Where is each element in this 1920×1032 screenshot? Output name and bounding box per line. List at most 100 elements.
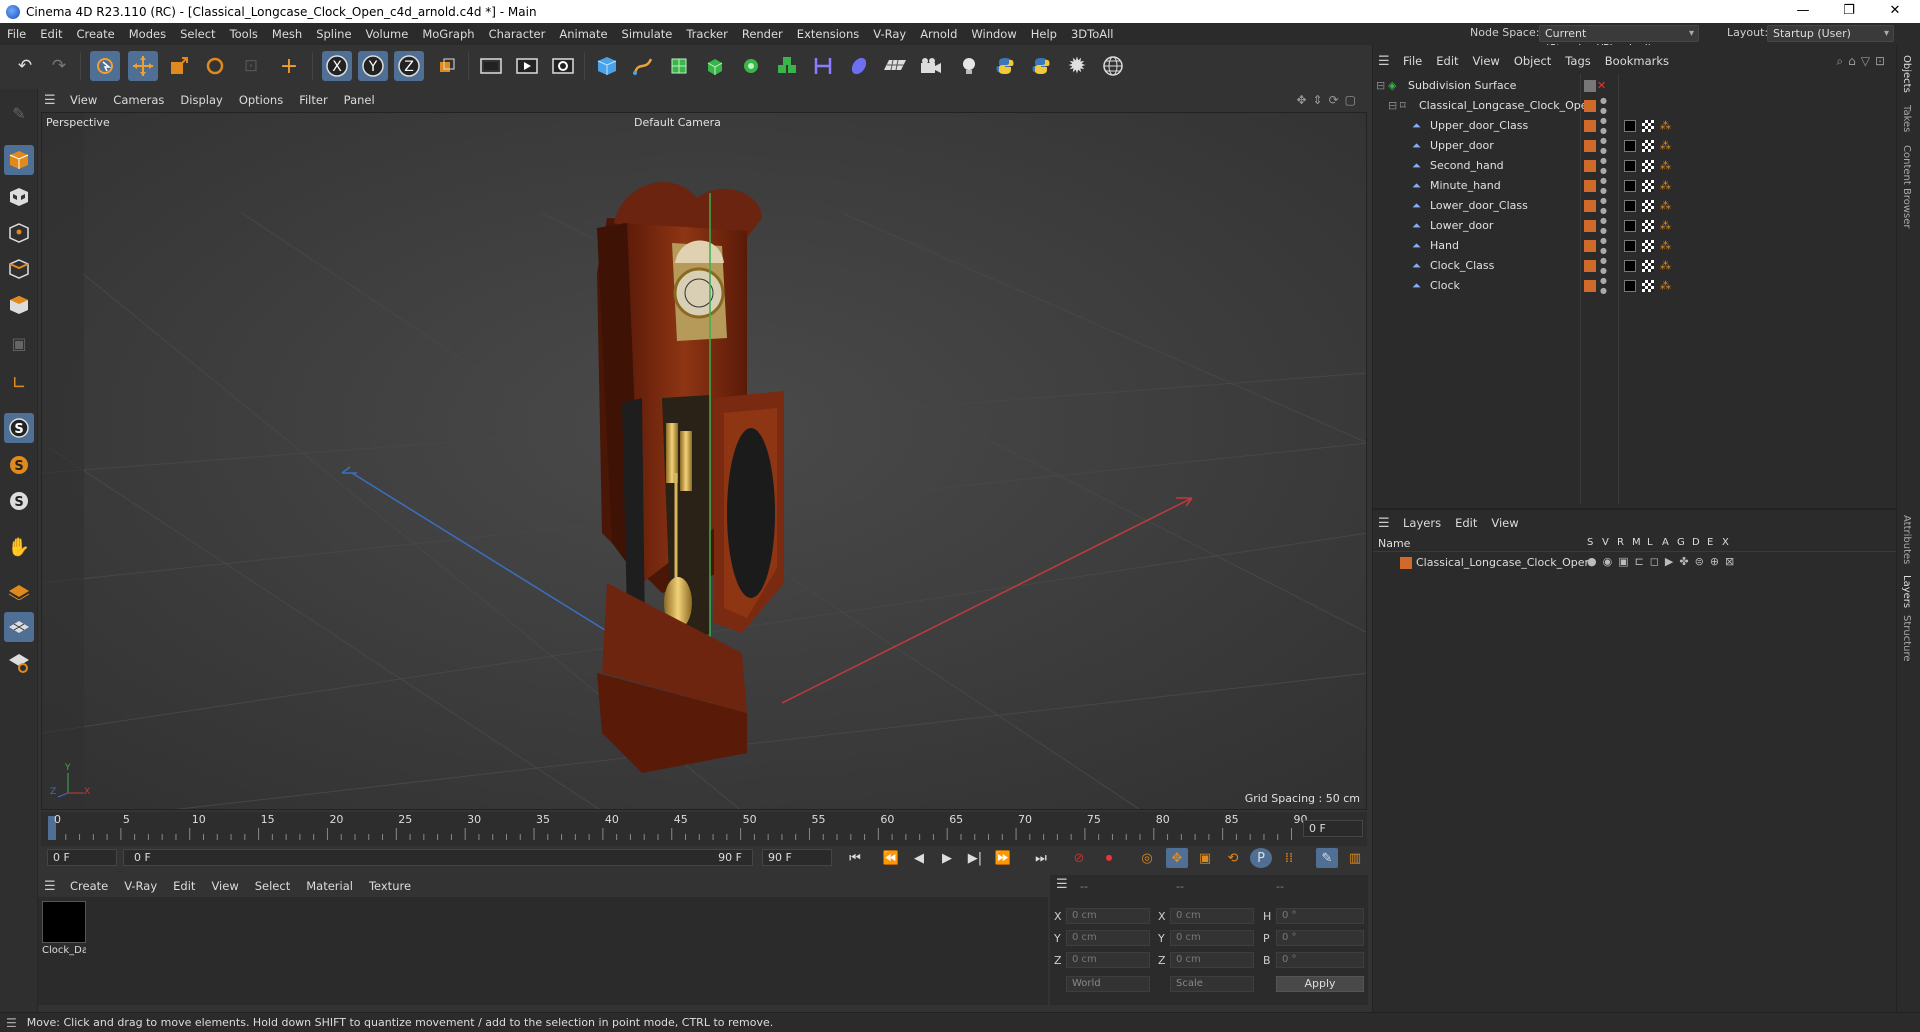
texture-tag-icon[interactable] (1642, 160, 1654, 172)
visibility-dots-icon[interactable]: ● ● (1600, 236, 1607, 256)
material-tag-icon[interactable] (1624, 240, 1636, 252)
undo-icon[interactable]: ↶ (10, 51, 40, 81)
coord-sx-input[interactable]: 0 cm (1170, 908, 1254, 924)
key-parameter-icon[interactable]: P (1250, 848, 1272, 868)
object-row-child[interactable]: ⏶ Upper_door_Class ● ● ⁂ (1374, 116, 1894, 136)
coord-mode-dropdown[interactable]: Scale (1170, 976, 1254, 992)
arnold-tag-icon[interactable]: ⁂ (1660, 116, 1671, 136)
side-tab-objects[interactable]: Objects (1901, 55, 1912, 93)
menu-render[interactable]: Render (735, 27, 790, 41)
visibility-dots-icon[interactable]: ● ● (1600, 196, 1607, 216)
move-tool-icon[interactable] (128, 51, 158, 81)
side-tab-attributes[interactable]: Attributes (1901, 515, 1912, 564)
grid-snap-icon[interactable] (4, 612, 34, 642)
menu-tools[interactable]: Tools (223, 27, 265, 41)
live-selection-icon[interactable] (90, 51, 120, 81)
next-keyframe-icon[interactable]: ⏩ (992, 848, 1014, 868)
object-search-filter-icons[interactable]: ⌕⌂▽⊡ (1836, 54, 1890, 69)
object-menu-file[interactable]: File (1396, 54, 1429, 68)
coordinate-system-icon[interactable] (432, 51, 462, 81)
cube-object-icon[interactable] (592, 51, 622, 81)
menu-spline[interactable]: Spline (309, 27, 358, 41)
editor-visible-toggle[interactable] (1584, 80, 1596, 92)
menu-mograph[interactable]: MoGraph (415, 27, 481, 41)
tweak-mode-icon[interactable]: ✋ (4, 532, 34, 562)
object-row-child[interactable]: ⏶ Clock_Class ● ● ⁂ (1374, 256, 1894, 276)
y-axis-lock-icon[interactable]: Y (358, 51, 388, 81)
start-frame-field[interactable]: 0 F (47, 849, 117, 866)
material-menu-edit[interactable]: Edit (165, 879, 203, 893)
arnold-tag-icon[interactable]: ⁂ (1660, 256, 1671, 276)
coord-sz-input[interactable]: 0 cm (1170, 952, 1254, 968)
key-pla-icon[interactable]: ⁞⁞ (1278, 848, 1300, 868)
arnold-tag-icon[interactable]: ⁂ (1660, 236, 1671, 256)
edge-mode-icon[interactable] (4, 254, 34, 284)
go-to-end-icon[interactable]: ⏭ (1030, 848, 1052, 868)
menu-extensions[interactable]: Extensions (790, 27, 866, 41)
timeline-window-icon[interactable]: ▥ (1344, 848, 1366, 868)
visibility-dots-icon[interactable]: ● ● (1600, 276, 1607, 296)
play-icon[interactable]: ▶ (936, 848, 958, 868)
coord-pz-input[interactable]: 0 cm (1066, 952, 1150, 968)
material-tag-icon[interactable] (1624, 140, 1636, 152)
3d-viewport[interactable]: Perspective Default Camera Grid Spacing … (41, 112, 1367, 810)
menu-animate[interactable]: Animate (552, 27, 614, 41)
viewport-menu-hamburger-icon[interactable]: ☰ (44, 93, 62, 108)
menu-vray[interactable]: V-Ray (866, 27, 913, 41)
material-tag-icon[interactable] (1624, 160, 1636, 172)
layer-menu-layers[interactable]: Layers (1396, 516, 1448, 530)
workplane-icon[interactable]: ∟ (4, 368, 34, 398)
visibility-dots-icon[interactable]: ● ● (1600, 256, 1607, 276)
material-menu-view[interactable]: View (203, 879, 246, 893)
viewport-menu-filter[interactable]: Filter (291, 93, 335, 107)
rotate-tool-icon[interactable] (200, 51, 230, 81)
texture-tag-icon[interactable] (1642, 240, 1654, 252)
arnold-settings-icon[interactable]: ✹ (1062, 51, 1092, 81)
texture-tag-icon[interactable] (1642, 260, 1654, 272)
menu-window[interactable]: Window (964, 27, 1023, 41)
side-tab-content-browser[interactable]: Content Browser (1901, 145, 1912, 228)
status-menu-icon[interactable]: ☰ (6, 1016, 17, 1030)
bend-deformer-icon[interactable] (808, 51, 838, 81)
object-menu-hamburger-icon[interactable]: ☰ (1378, 54, 1396, 69)
camera-object-icon[interactable] (916, 51, 946, 81)
transform-tool-icon[interactable]: + (274, 51, 304, 81)
object-row-child[interactable]: ⏶ Hand ● ● ⁂ (1374, 236, 1894, 256)
arnold-tag-icon[interactable]: ⁂ (1660, 216, 1671, 236)
material-swatch[interactable]: Clock_Da (42, 901, 86, 959)
menu-select[interactable]: Select (173, 27, 222, 41)
coord-b-input[interactable]: 0 ° (1276, 952, 1364, 968)
menu-tracker[interactable]: Tracker (679, 27, 735, 41)
coord-p-input[interactable]: 0 ° (1276, 930, 1364, 946)
material-menu-create[interactable]: Create (62, 879, 116, 893)
side-tab-takes[interactable]: Takes (1901, 105, 1912, 132)
object-menu-tags[interactable]: Tags (1558, 54, 1597, 68)
layer-color-swatch[interactable] (1584, 140, 1596, 152)
viewport-menu-panel[interactable]: Panel (336, 93, 383, 107)
recent-tools-icon[interactable]: ⊡ (236, 51, 266, 81)
object-row-child[interactable]: ⏶ Lower_door_Class ● ● ⁂ (1374, 196, 1894, 216)
disabled-check-icon[interactable]: ✕ (1597, 76, 1606, 96)
make-editable-icon[interactable]: ✎ (4, 98, 34, 128)
viewport-menu-cameras[interactable]: Cameras (105, 93, 172, 107)
key-rotation-icon[interactable]: ⟲ (1222, 848, 1244, 868)
material-tag-icon[interactable] (1624, 220, 1636, 232)
arnold-tag-icon[interactable]: ⁂ (1660, 176, 1671, 196)
object-row-child[interactable]: ⏶ Upper_door ● ● ⁂ (1374, 136, 1894, 156)
layer-menu-edit[interactable]: Edit (1448, 516, 1484, 530)
visibility-dots-icon[interactable]: ● ● (1600, 176, 1607, 196)
scale-tool-icon[interactable] (164, 51, 194, 81)
object-menu-edit[interactable]: Edit (1429, 54, 1465, 68)
mograph-cloner-icon[interactable] (772, 51, 802, 81)
python-script-icon[interactable] (990, 51, 1020, 81)
material-tag-icon[interactable] (1624, 280, 1636, 292)
menu-simulate[interactable]: Simulate (615, 27, 680, 41)
menu-create[interactable]: Create (70, 27, 122, 41)
arnold-globe-icon[interactable] (1098, 51, 1128, 81)
layer-color-swatch[interactable] (1584, 120, 1596, 132)
menu-edit[interactable]: Edit (33, 27, 69, 41)
snap-settings-icon[interactable]: S (4, 450, 34, 480)
object-menu-view[interactable]: View (1466, 54, 1507, 68)
floor-object-icon[interactable] (880, 51, 910, 81)
viewport-navigation-icons[interactable]: ✥⇕⟳▢ (1296, 93, 1362, 107)
